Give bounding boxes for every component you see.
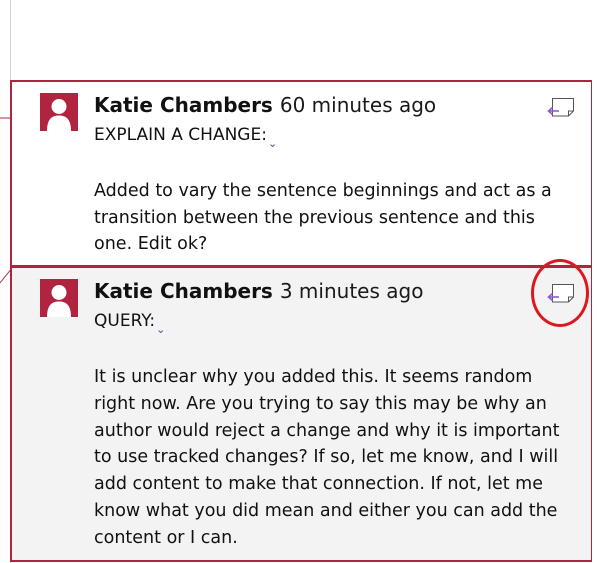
comment-card[interactable]: Katie Chambers 60 minutes ago EXPLAIN A C… <box>10 80 592 267</box>
comment-author: Katie Chambers <box>94 279 273 303</box>
user-avatar-icon <box>40 279 78 317</box>
chevron-down-icon: ⌄ <box>267 137 278 150</box>
reply-note-icon[interactable] <box>546 281 576 305</box>
user-avatar-icon <box>40 93 78 131</box>
comment-timestamp: 60 minutes ago <box>279 93 437 117</box>
comment-timestamp: 3 minutes ago <box>279 279 424 303</box>
comment-tag: QUERY:⌄ <box>94 310 165 336</box>
comment-tag: EXPLAIN A CHANGE:⌄ <box>94 124 277 150</box>
reply-note-icon[interactable] <box>546 95 576 119</box>
comment-card-active[interactable]: Katie Chambers 3 minutes ago QUERY:⌄ It i… <box>10 267 592 562</box>
comment-tag-label: EXPLAIN A CHANGE: <box>94 125 267 145</box>
comment-header: Katie Chambers 3 minutes ago <box>94 278 423 304</box>
comment-body: Added to vary the sentence beginnings an… <box>94 181 552 254</box>
chevron-down-icon: ⌄ <box>156 323 166 336</box>
comment-author: Katie Chambers <box>94 93 273 117</box>
comment-tag-label: QUERY: <box>94 311 156 331</box>
comment-header: Katie Chambers 60 minutes ago <box>94 92 436 118</box>
comment-body: It is unclear why you added this. It see… <box>94 367 560 548</box>
